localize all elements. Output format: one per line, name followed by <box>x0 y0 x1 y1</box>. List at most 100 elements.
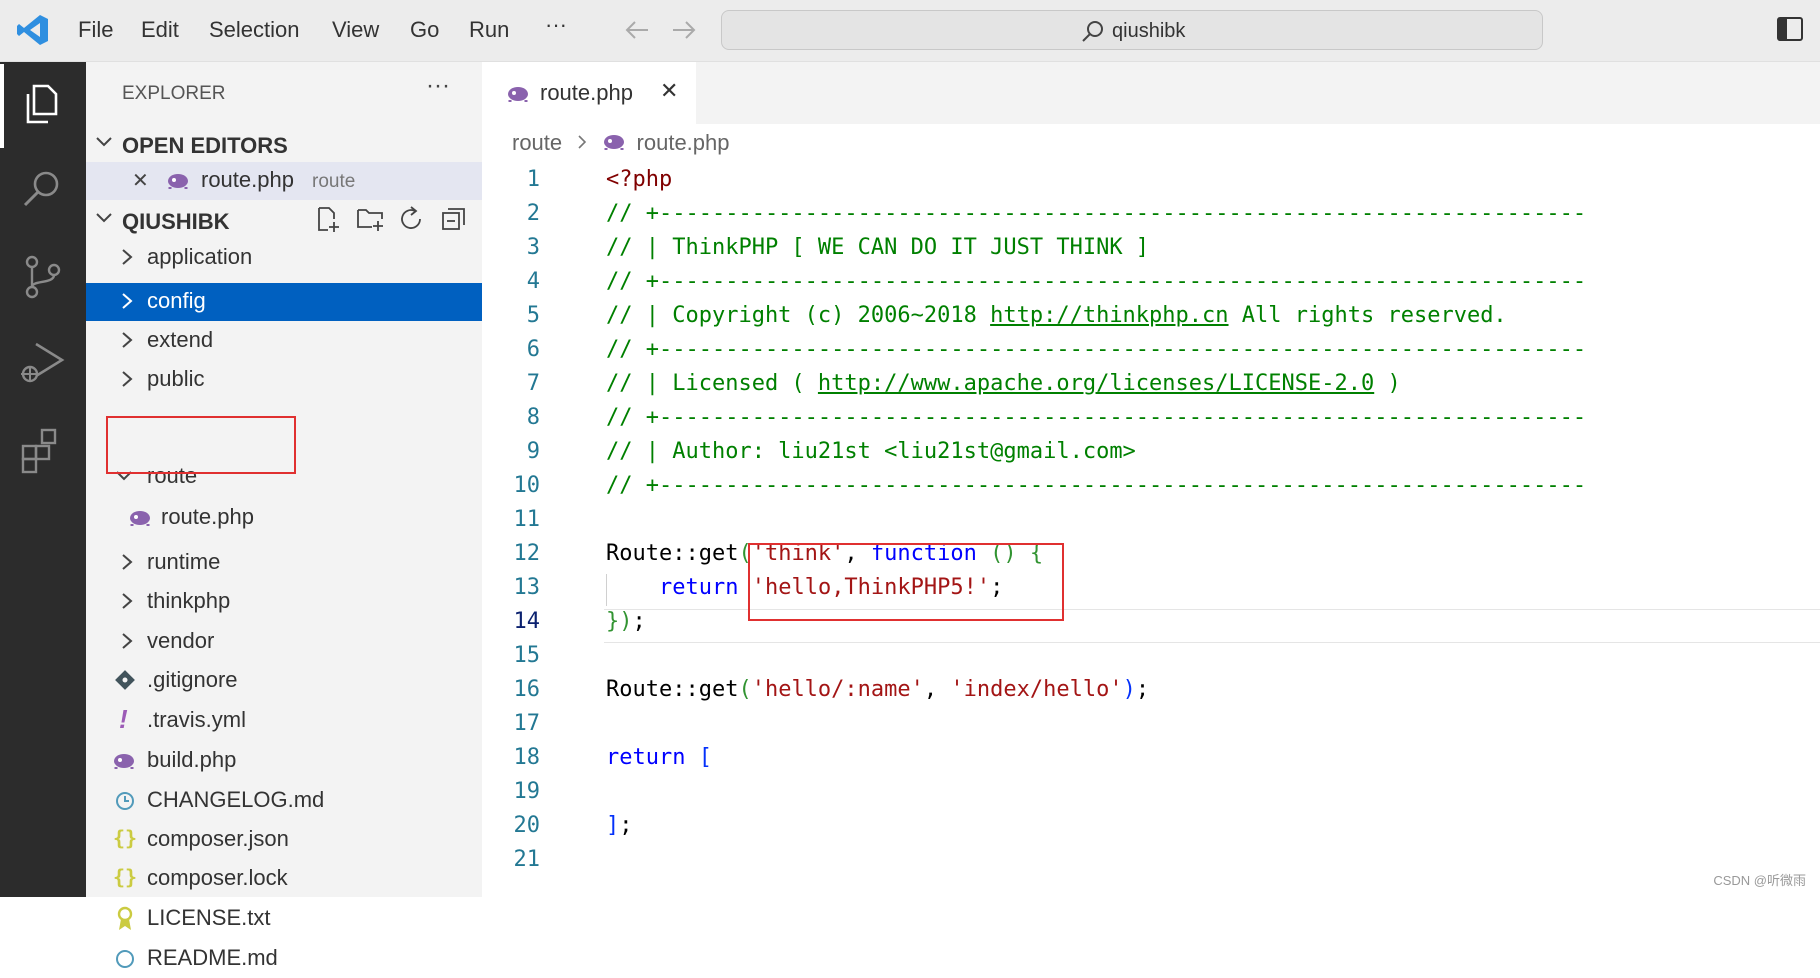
open-editor-filename: route.php <box>201 167 294 192</box>
code-text: <?php <box>606 167 673 192</box>
toggle-sidebar-icon[interactable] <box>1776 16 1804 47</box>
title-bar: File Edit Selection View Go Run ··· qius… <box>0 0 1820 62</box>
code-token: 'hello/:name' <box>751 677 924 702</box>
tree-item-license[interactable]: LICENSE.txt <box>86 900 482 938</box>
tree-item-readme[interactable]: README.md <box>86 940 482 978</box>
forward-arrow-icon[interactable] <box>671 18 697 47</box>
open-editors-section[interactable]: OPEN EDITORS <box>86 124 482 162</box>
search-icon[interactable] <box>18 166 68 216</box>
tree-item-label: .gitignore <box>147 667 238 692</box>
tree-item-route-php[interactable]: route.php <box>86 499 482 537</box>
tree-item-public[interactable]: public <box>86 361 482 399</box>
code-text: Route::get('hello/:name', 'index/hello')… <box>606 677 1149 702</box>
menu-selection[interactable]: Selection <box>209 17 300 43</box>
menu-go[interactable]: Go <box>410 17 439 43</box>
comment-text: // | Licensed ( <box>606 371 818 396</box>
code-line: 8 // +----------------------------------… <box>482 402 1820 436</box>
line-number: 13 <box>513 575 541 600</box>
code-token: ; <box>632 609 646 634</box>
close-tab-icon[interactable]: ✕ <box>660 78 678 104</box>
open-editors-title: OPEN EDITORS <box>122 133 288 158</box>
tree-item-build-php[interactable]: build.php <box>86 742 482 780</box>
code-token: return <box>606 745 686 770</box>
tree-item-label: runtime <box>147 549 221 574</box>
comment-text: // | Copyright (c) 2006~2018 <box>606 303 991 328</box>
collapse-all-icon[interactable] <box>440 205 468 239</box>
code-line: 2 // +----------------------------------… <box>482 198 1820 232</box>
line-number: 15 <box>513 643 541 668</box>
line-number: 16 <box>513 677 541 702</box>
tree-item-travis-yml[interactable]: ! .travis.yml <box>86 702 482 740</box>
workspace-folder-section[interactable]: QIUSHIBK <box>86 200 482 238</box>
new-file-icon[interactable] <box>314 205 342 239</box>
new-folder-icon[interactable] <box>356 205 386 239</box>
chevron-right-icon <box>118 552 136 578</box>
code-token: 'index/hello' <box>950 677 1123 702</box>
chevron-right-icon <box>118 330 136 356</box>
menu-edit[interactable]: Edit <box>141 17 179 43</box>
open-editor-item[interactable]: ✕ route.php route <box>86 162 482 200</box>
tree-item-thinkphp[interactable]: thinkphp <box>86 583 482 621</box>
code-line: 1 <?php <box>482 164 1820 198</box>
close-icon[interactable]: ✕ <box>132 168 149 193</box>
extensions-icon[interactable] <box>18 424 68 474</box>
git-file-icon <box>114 669 136 697</box>
command-center-search[interactable]: qiushibk <box>721 10 1543 50</box>
code-text: // | Copyright (c) 2006~2018 http://thin… <box>606 303 1507 328</box>
explorer-more-button[interactable]: ··· <box>426 72 450 100</box>
line-number: 2 <box>526 201 540 226</box>
breadcrumb: route route.php <box>512 130 730 157</box>
code-text: return [ <box>606 745 712 770</box>
link-thinkphp[interactable]: http://thinkphp.cn <box>990 303 1228 328</box>
menu-more[interactable]: ··· <box>545 12 567 38</box>
code-token: [ <box>685 745 712 770</box>
menu-view[interactable]: View <box>332 17 379 43</box>
code-line: 7 // | Licensed ( http://www.apache.org/… <box>482 368 1820 402</box>
tree-item-vendor[interactable]: vendor <box>86 623 482 661</box>
tree-item-composer-json[interactable]: {} composer.json <box>86 821 482 859</box>
refresh-icon[interactable] <box>398 205 426 239</box>
explorer-header: EXPLORER <box>122 83 226 104</box>
code-text: // | Author: liu21st <liu21st@gmail.com> <box>606 439 1136 464</box>
breadcrumb-folder[interactable]: route <box>512 130 562 155</box>
source-control-icon[interactable] <box>18 252 68 302</box>
code-line: 15 <box>482 640 1820 674</box>
explorer-icon[interactable] <box>18 80 68 130</box>
tree-item-label: config <box>147 288 206 313</box>
run-debug-icon[interactable] <box>18 338 68 388</box>
tree-item-runtime[interactable]: runtime <box>86 544 482 582</box>
breadcrumb-file[interactable]: route.php <box>637 130 730 155</box>
json-file-icon: {} <box>113 865 138 889</box>
tab-route-php[interactable]: route.php ✕ <box>482 62 696 124</box>
code-text: }); <box>606 609 646 634</box>
tree-item-composer-lock[interactable]: {} composer.lock <box>86 860 482 898</box>
tree-item-extend[interactable]: extend <box>86 322 482 360</box>
tree-item-label: extend <box>147 327 214 352</box>
comment-text: ) <box>1374 371 1401 396</box>
link-apache-license[interactable]: http://www.apache.org/licenses/LICENSE-2… <box>818 371 1374 396</box>
tree-item-gitignore[interactable]: .gitignore <box>86 662 482 700</box>
tree-item-changelog[interactable]: CHANGELOG.md <box>86 782 482 820</box>
tree-item-application[interactable]: application <box>86 239 482 277</box>
code-token: ( <box>738 677 752 702</box>
php-file-icon <box>166 170 190 196</box>
menu-file[interactable]: File <box>78 17 113 43</box>
code-token: Route::get <box>606 677 739 702</box>
menu-run[interactable]: Run <box>469 17 509 43</box>
tree-item-label: composer.json <box>147 826 289 851</box>
watermark: CSDN @听微雨 <box>1713 873 1806 888</box>
tree-item-config[interactable]: config <box>86 283 482 321</box>
code-line: 12 Route::get('think', function () { <box>482 538 1820 572</box>
chevron-right-icon <box>118 369 136 395</box>
tree-item-label: thinkphp <box>147 588 231 613</box>
yml-file-icon: ! <box>119 704 128 734</box>
line-number: 21 <box>513 847 541 872</box>
highlight-box-route <box>106 416 296 474</box>
tree-item-label: LICENSE.txt <box>147 905 271 930</box>
code-line: 9 // | Author: liu21st <liu21st@gmail.co… <box>482 436 1820 470</box>
line-number: 19 <box>513 779 541 804</box>
back-arrow-icon[interactable] <box>624 18 650 47</box>
vscode-logo-icon[interactable] <box>16 13 50 52</box>
php-file-icon <box>128 507 152 533</box>
active-indicator <box>0 64 4 148</box>
